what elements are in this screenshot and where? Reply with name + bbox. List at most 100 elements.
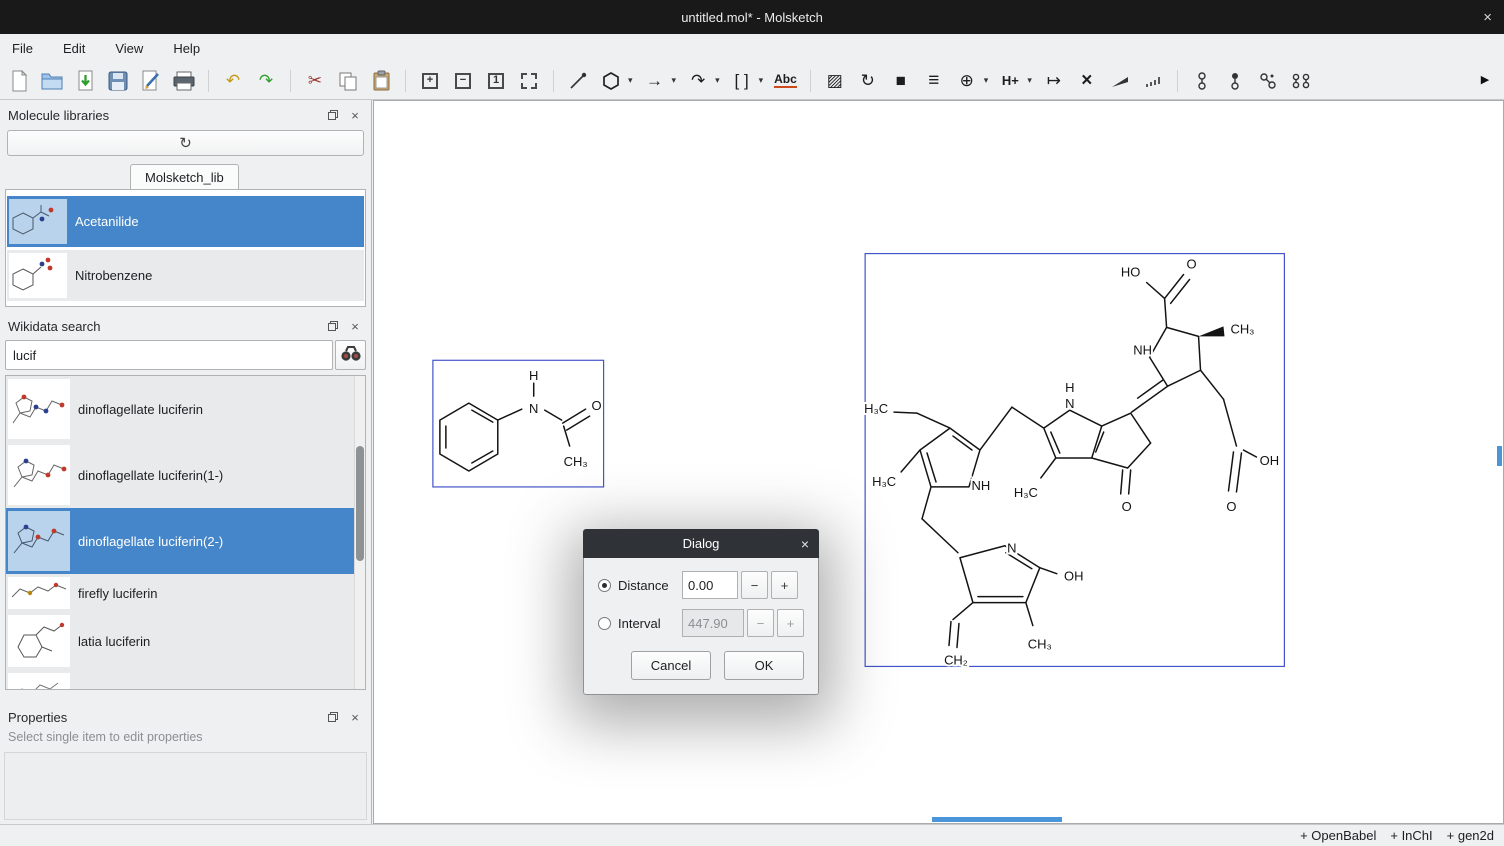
save-floppy-icon[interactable]	[107, 68, 129, 94]
wikidata-close-icon[interactable]: ×	[347, 318, 363, 334]
color-picker-icon[interactable]: ■	[890, 68, 912, 94]
wedge-solid-icon[interactable]	[1109, 68, 1131, 94]
dialog-close-button[interactable]: ×	[801, 536, 809, 552]
text-tool-icon[interactable]: Abc	[774, 68, 797, 94]
ring-tool-caret[interactable]: ▾	[628, 75, 633, 86]
distance-increment-button[interactable]: +	[771, 571, 798, 599]
wikidata-panel-header: Wikidata search ×	[0, 315, 371, 337]
list-item-dinoflagellate-luciferin-2[interactable]: dinoflagellate luciferin(2-)	[6, 508, 354, 575]
group-ring-icon[interactable]	[1191, 68, 1213, 94]
list-item-partial[interactable]	[6, 670, 354, 690]
charge-tool-caret[interactable]: ▾	[984, 75, 989, 86]
list-item-firefly-luciferin[interactable]: firefly luciferin	[6, 574, 354, 613]
interval-increment-button[interactable]: +	[777, 609, 804, 637]
refresh-libraries-button[interactable]: ↻	[7, 130, 364, 156]
group-search-icon[interactable]	[1257, 68, 1279, 94]
reaction-arrow-caret[interactable]: ▾	[672, 75, 677, 86]
zoom-fit-icon[interactable]	[518, 68, 540, 94]
menu-edit[interactable]: Edit	[61, 39, 87, 58]
group-atom-icon[interactable]	[1224, 68, 1246, 94]
scrollbar-thumb[interactable]	[356, 446, 364, 561]
mechanism-arrow-icon[interactable]: ↷	[687, 68, 709, 94]
draw-bond-icon[interactable]	[567, 68, 589, 94]
properties-float-icon[interactable]	[325, 709, 341, 725]
selection-box-luciferin[interactable]	[865, 254, 1284, 667]
new-file-icon[interactable]	[8, 68, 30, 94]
ok-button[interactable]: OK	[724, 651, 804, 680]
list-item-label: latia luciferin	[78, 634, 150, 649]
group-link-icon[interactable]	[1290, 68, 1312, 94]
zoom-out-icon[interactable]: −	[452, 68, 474, 94]
properties-panel-header: Properties ×	[0, 706, 371, 728]
bracket-tool-icon[interactable]: [ ]	[731, 68, 753, 94]
wikidata-search-input[interactable]: lucif	[5, 340, 333, 370]
libraries-list: Acetanilide Nitrobenzene	[5, 189, 366, 307]
edit-document-icon[interactable]	[140, 68, 162, 94]
hydrogen-tool-caret[interactable]: ▾	[1027, 75, 1032, 86]
wikidata-search-button[interactable]	[335, 340, 366, 370]
wedge-hash-icon[interactable]	[1142, 68, 1164, 94]
zoom-in-icon[interactable]: +	[419, 68, 441, 94]
paste-icon[interactable]	[370, 68, 392, 94]
rotate-icon[interactable]: ↻	[857, 68, 879, 94]
libraries-close-icon[interactable]: ×	[347, 107, 363, 123]
list-item-dinoflagellate-luciferin[interactable]: dinoflagellate luciferin	[6, 376, 354, 443]
distance-decrement-button[interactable]: −	[741, 571, 768, 599]
redo-icon[interactable]: ↷	[255, 68, 277, 94]
bracket-tool-caret[interactable]: ▾	[759, 75, 764, 86]
atom-label: NH	[972, 478, 991, 493]
reaction-arrow-icon[interactable]: →	[644, 68, 666, 94]
dialog-title-bar[interactable]: Dialog ×	[583, 529, 819, 558]
toolbar-overflow-button[interactable]: ▶	[1474, 68, 1496, 94]
copy-icon[interactable]	[337, 68, 359, 94]
window-close-button[interactable]: ×	[1483, 0, 1492, 34]
print-icon[interactable]	[173, 68, 195, 94]
atom-label: N	[1065, 396, 1074, 411]
libraries-panel-title: Molecule libraries	[8, 108, 109, 123]
mechanism-arrow-caret[interactable]: ▾	[715, 75, 720, 86]
molecule-thumbnail	[8, 577, 70, 609]
properties-body	[4, 752, 367, 820]
connect-tool-icon[interactable]: ↦	[1043, 68, 1065, 94]
tab-molsketch-lib[interactable]: Molsketch_lib	[130, 164, 239, 189]
molecule-scene[interactable]: H N O CH₃	[374, 101, 1503, 823]
open-folder-icon[interactable]	[41, 68, 63, 94]
drawing-canvas[interactable]: H N O CH₃	[373, 100, 1504, 824]
interval-decrement-button[interactable]: −	[747, 609, 774, 637]
line-width-icon[interactable]: ≡	[923, 68, 945, 94]
wikidata-scrollbar[interactable]	[354, 376, 365, 689]
atom-label: O	[1226, 499, 1236, 514]
molecule-luciferin[interactable]: HO O NH CH₃ H N H₃C H₃C NH H₃C O OH O N …	[864, 257, 1279, 668]
properties-close-icon[interactable]: ×	[347, 709, 363, 725]
list-item-acetanilide[interactable]: Acetanilide	[7, 196, 364, 247]
canvas-vscrollbar-thumb[interactable]	[1497, 446, 1502, 466]
zoom-reset-icon[interactable]: 1	[485, 68, 507, 94]
cancel-button[interactable]: Cancel	[631, 651, 711, 680]
libraries-float-icon[interactable]	[325, 107, 341, 123]
left-dock: Molecule libraries × ↻ Molsketch_lib Ace…	[0, 100, 372, 824]
canvas-hscrollbar-thumb[interactable]	[932, 817, 1062, 822]
wikidata-float-icon[interactable]	[325, 318, 341, 334]
menu-help[interactable]: Help	[171, 39, 202, 58]
list-item-label: Acetanilide	[75, 214, 139, 229]
undo-icon[interactable]: ↶	[222, 68, 244, 94]
ring-tool-icon[interactable]	[600, 68, 622, 94]
list-item-dinoflagellate-luciferin-1[interactable]: dinoflagellate luciferin(1-)	[6, 442, 354, 509]
molecule-thumbnail	[8, 445, 70, 505]
menu-file[interactable]: File	[10, 39, 35, 58]
molecule-acetanilide[interactable]: H N O CH₃	[440, 368, 602, 471]
import-molecule-icon[interactable]	[74, 68, 96, 94]
distance-radio[interactable]	[598, 579, 611, 592]
interval-radio[interactable]	[598, 617, 611, 630]
list-item-latia-luciferin[interactable]: latia luciferin	[6, 612, 354, 671]
interval-value-field[interactable]: 447.90	[682, 609, 744, 637]
cut-icon[interactable]: ✂	[304, 68, 326, 94]
hydrogen-tool-icon[interactable]: H+	[999, 68, 1021, 94]
delete-tool-icon[interactable]: ×	[1076, 68, 1098, 94]
menu-view[interactable]: View	[113, 39, 145, 58]
window-title: untitled.mol* - Molsketch	[681, 10, 823, 25]
charge-tool-icon[interactable]: ⊕	[956, 68, 978, 94]
hatch-select-icon[interactable]: ▨	[824, 68, 846, 94]
distance-value-field[interactable]: 0.00	[682, 571, 738, 599]
list-item-nitrobenzene[interactable]: Nitrobenzene	[7, 250, 364, 301]
